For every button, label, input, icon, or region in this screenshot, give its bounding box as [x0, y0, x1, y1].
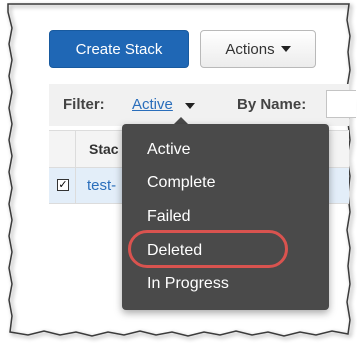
dropdown-item-active[interactable]: Active	[147, 141, 191, 159]
actions-button[interactable]: Actions	[200, 30, 316, 68]
dropdown-item-in-progress[interactable]: In Progress	[147, 275, 229, 293]
row-checkbox[interactable]: ✓	[57, 179, 69, 191]
filter-label: Filter:	[63, 96, 105, 113]
create-stack-button[interactable]: Create Stack	[49, 30, 189, 68]
status-filter-dropdown: Active Complete Failed Deleted In Progre…	[122, 124, 329, 310]
caret-down-icon[interactable]	[185, 103, 195, 109]
create-stack-label: Create Stack	[75, 40, 163, 58]
name-filter-input[interactable]	[326, 90, 356, 118]
column-divider	[75, 168, 76, 203]
caret-down-icon	[280, 46, 291, 52]
column-divider	[75, 131, 76, 167]
column-header-stack-name[interactable]: Stac	[89, 141, 119, 157]
stack-name-link[interactable]: test-	[87, 177, 116, 194]
by-name-label: By Name:	[237, 96, 307, 113]
actions-label: Actions	[225, 40, 275, 58]
dropdown-item-failed[interactable]: Failed	[147, 208, 191, 226]
filter-status-select[interactable]: Active	[132, 96, 173, 113]
highlight-annotation-ring	[128, 230, 288, 268]
dropdown-item-complete[interactable]: Complete	[147, 174, 215, 192]
filter-bar: Filter: Active By Name:	[49, 84, 356, 126]
